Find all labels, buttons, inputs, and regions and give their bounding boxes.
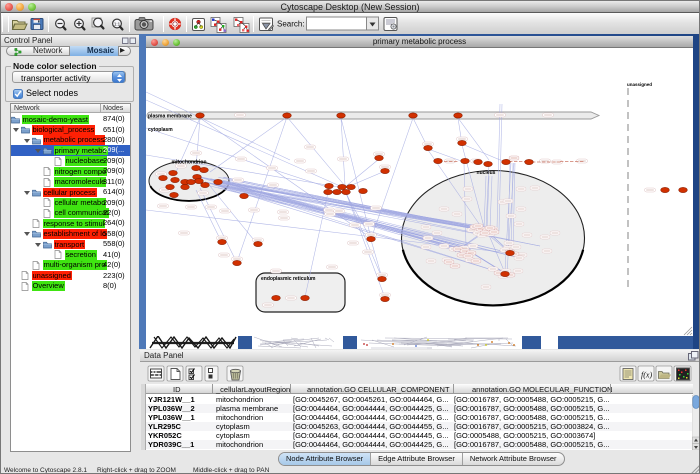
svg-text:plasma membrane: plasma membrane	[148, 114, 192, 120]
svg-text:Search:: Search:	[277, 20, 305, 29]
svg-text:unassigned: unassigned	[627, 82, 652, 87]
svg-text:nucleus: nucleus	[477, 170, 496, 176]
svg-text:f(x): f(x)	[641, 371, 652, 380]
svg-text:cytoplasm: cytoplasm	[148, 127, 173, 133]
svg-text:1:1: 1:1	[114, 22, 121, 27]
svg-text:endoplasmic reticulum: endoplasmic reticulum	[261, 276, 316, 282]
